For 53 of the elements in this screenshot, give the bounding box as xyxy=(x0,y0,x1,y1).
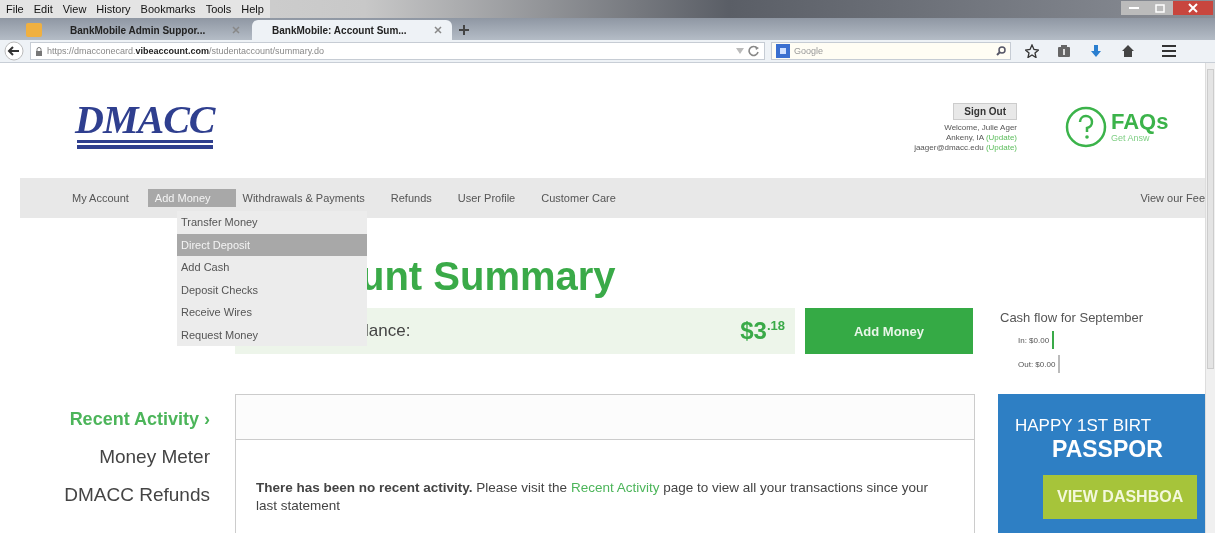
sidebar-item[interactable]: Money Meter xyxy=(99,446,210,468)
menu-item[interactable]: Help xyxy=(241,3,264,15)
search-engine-icon[interactable] xyxy=(776,44,790,58)
menu-item[interactable]: File xyxy=(6,3,24,15)
cash-flow-bar xyxy=(1058,355,1061,373)
close-icon[interactable] xyxy=(434,26,442,34)
menu-item[interactable]: Tools xyxy=(205,3,232,15)
dropdown-item[interactable]: Request Money xyxy=(177,323,367,346)
user-info-text: jaager@dmacc.edu xyxy=(914,143,984,152)
nav-item[interactable]: Customer Care xyxy=(534,189,623,207)
dropdown-item[interactable]: Transfer Money xyxy=(177,211,367,234)
faq-subtitle: Get Answ xyxy=(1111,133,1151,143)
menu-item[interactable]: Edit xyxy=(33,3,53,15)
cash-flow-bar xyxy=(1052,331,1055,349)
star-icon[interactable] xyxy=(1025,44,1039,58)
menu-item[interactable]: History xyxy=(96,3,131,15)
dropdown-arrow-icon[interactable] xyxy=(736,48,744,54)
welcome-text: Welcome, Julie Ager xyxy=(944,123,1017,133)
nav-item[interactable]: User Profile xyxy=(450,189,523,207)
logo[interactable]: DMACC xyxy=(75,101,245,139)
lock-icon xyxy=(35,46,43,56)
back-icon[interactable] xyxy=(4,41,24,61)
promo-heading: HAPPY 1ST BIRT xyxy=(1015,416,1152,436)
browser-tab[interactable]: BankMobile Admin Suppor... xyxy=(50,20,250,40)
cash-flow-value: In: $0.00 xyxy=(1018,335,1050,345)
nav-item[interactable]: My Account xyxy=(65,189,136,207)
fee-link[interactable]: View our Fee xyxy=(1140,192,1205,204)
menu-item[interactable]: Bookmarks xyxy=(140,3,196,15)
nav-item[interactable]: Refunds xyxy=(383,189,439,207)
no-activity-message: There has been no recent activity. Please visit the Recent Activity page to view all your transactions since your last statement xyxy=(255,478,930,515)
dropdown-item[interactable]: Receive Wires xyxy=(177,301,367,324)
reload-icon[interactable] xyxy=(748,45,760,57)
url-field[interactable]: https://dmacconecard.vibeaccount.com/studentaccount/summary.do xyxy=(30,42,765,60)
sidebar-item[interactable]: DMACC Refunds xyxy=(64,484,210,506)
cash-flow-title: Cash flow for September xyxy=(1000,310,1144,325)
dropdown-item[interactable]: Deposit Checks xyxy=(177,278,367,301)
search-icon[interactable] xyxy=(996,46,1006,56)
menu-icon[interactable] xyxy=(1161,44,1177,58)
balance-amount: $3$^{.18}$ xyxy=(740,317,785,345)
close-icon[interactable] xyxy=(1173,1,1213,15)
browser-tab[interactable]: BankMobile: Account Sum... xyxy=(252,20,452,40)
nav-item[interactable]: Withdrawals & Payments xyxy=(235,189,372,207)
user-info-text: Ankeny, IA xyxy=(946,133,984,142)
promo-title: PASSPOR xyxy=(1052,436,1163,463)
dropdown-item[interactable]: Add Cash xyxy=(177,256,367,279)
sign-out-button[interactable]: Sign Out xyxy=(953,103,1017,120)
cash-flow-value: Out: $0.00 xyxy=(1018,359,1056,369)
minimize-icon[interactable] xyxy=(1121,1,1147,15)
clipboard-icon[interactable] xyxy=(1057,44,1071,58)
scrollbar[interactable] xyxy=(1205,63,1215,533)
menu-item[interactable]: View xyxy=(62,3,87,15)
download-icon[interactable] xyxy=(1089,44,1103,58)
question-icon[interactable] xyxy=(1065,106,1107,148)
